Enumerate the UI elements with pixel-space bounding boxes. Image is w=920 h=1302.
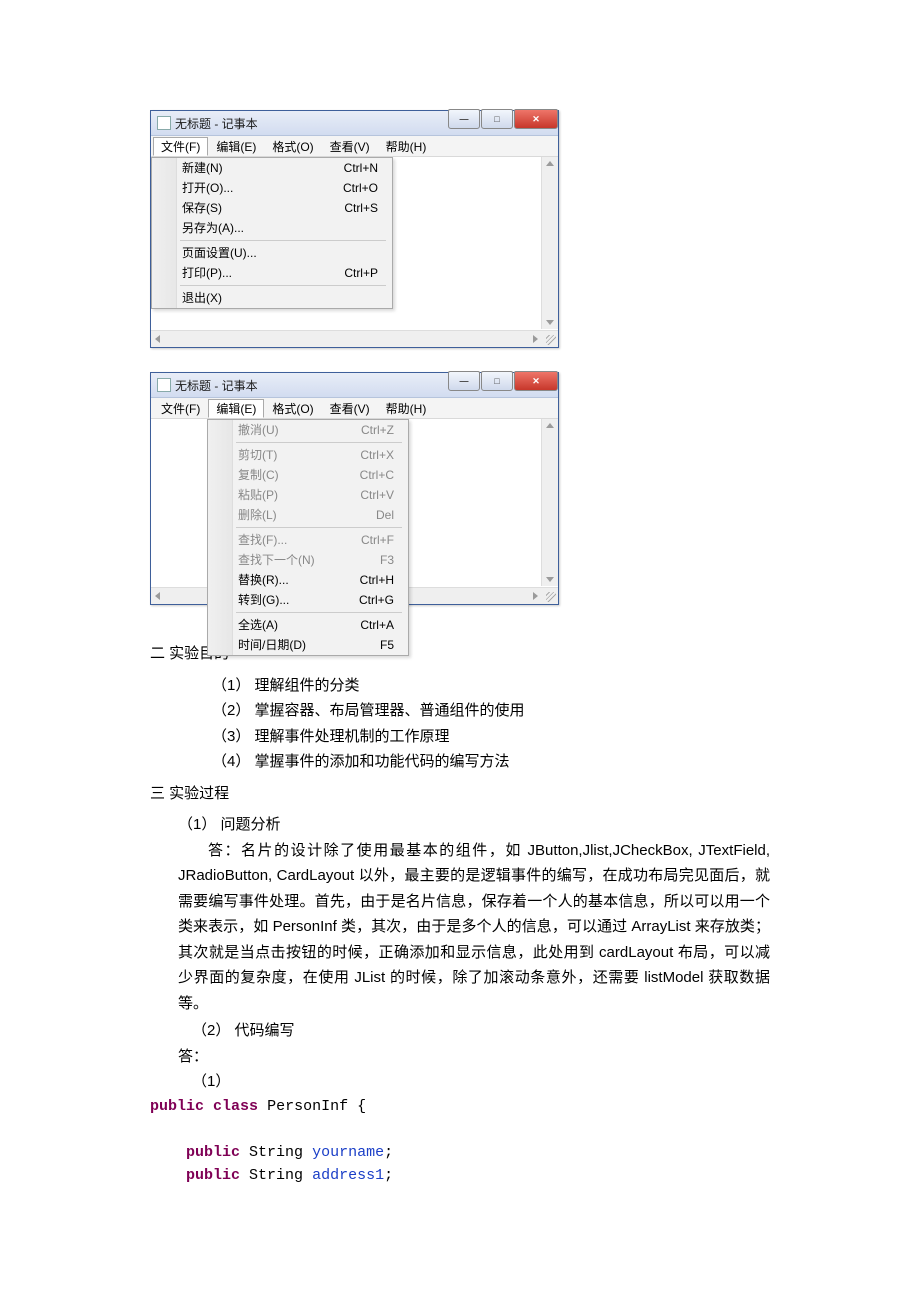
menu-edit[interactable]: 编辑(E) — [208, 137, 264, 156]
menu-item-undo[interactable]: 撤消(U)Ctrl+Z — [208, 420, 408, 440]
client-area[interactable]: 新建(N)Ctrl+N 打开(O)...Ctrl+O 保存(S)Ctrl+S 另… — [151, 157, 558, 347]
menu-file[interactable]: 文件(F) — [153, 399, 208, 418]
list-item: （4） 掌握事件的添加和功能代码的编写方法 — [212, 749, 770, 775]
maximize-button[interactable]: □ — [481, 109, 513, 129]
notepad-window-file-menu: 无标题 - 记事本 — □ ✕ 文件(F) 编辑(E) 格式(O) 查看(V) … — [150, 110, 559, 348]
menu-edit[interactable]: 编辑(E) — [208, 399, 264, 418]
menu-item-saveas[interactable]: 另存为(A)... — [152, 218, 392, 238]
section-2-list: （1） 理解组件的分类 （2） 掌握容器、布局管理器、普通组件的使用 （3） 理… — [150, 673, 770, 775]
window-buttons: — □ ✕ — [447, 109, 558, 129]
menu-item-find[interactable]: 查找(F)...Ctrl+F — [208, 530, 408, 550]
menu-help[interactable]: 帮助(H) — [378, 399, 435, 418]
window-buttons: — □ ✕ — [447, 371, 558, 391]
menu-view[interactable]: 查看(V) — [322, 399, 378, 418]
list-item: （3） 理解事件处理机制的工作原理 — [212, 724, 770, 750]
close-button[interactable]: ✕ — [514, 371, 558, 391]
section-3-heading: 三 实验过程 — [150, 781, 770, 807]
resize-grip-icon[interactable] — [546, 335, 556, 345]
code-ref: （1） — [150, 1069, 770, 1095]
titlebar[interactable]: 无标题 - 记事本 — □ ✕ — [151, 111, 558, 136]
menu-item-copy[interactable]: 复制(C)Ctrl+C — [208, 465, 408, 485]
menu-view[interactable]: 查看(V) — [322, 137, 378, 156]
code-block: public class PersonInf { public String y… — [150, 1095, 770, 1188]
menu-separator — [236, 442, 402, 443]
menu-separator — [180, 285, 386, 286]
maximize-button[interactable]: □ — [481, 371, 513, 391]
horizontal-scrollbar[interactable] — [151, 330, 558, 347]
menubar: 文件(F) 编辑(E) 格式(O) 查看(V) 帮助(H) — [151, 398, 558, 419]
notepad-window-edit-menu: 无标题 - 记事本 — □ ✕ 文件(F) 编辑(E) 格式(O) 查看(V) … — [150, 372, 559, 605]
menu-item-new[interactable]: 新建(N)Ctrl+N — [152, 158, 392, 178]
document-page: 无标题 - 记事本 — □ ✕ 文件(F) 编辑(E) 格式(O) 查看(V) … — [0, 0, 920, 1302]
menu-item-cut[interactable]: 剪切(T)Ctrl+X — [208, 445, 408, 465]
menu-item-findnext[interactable]: 查找下一个(N)F3 — [208, 550, 408, 570]
menu-item-pagesetup[interactable]: 页面设置(U)... — [152, 243, 392, 263]
titlebar[interactable]: 无标题 - 记事本 — □ ✕ — [151, 373, 558, 398]
minimize-button[interactable]: — — [448, 109, 480, 129]
menu-separator — [236, 527, 402, 528]
resize-grip-icon[interactable] — [546, 592, 556, 602]
vertical-scrollbar[interactable] — [541, 419, 558, 586]
edit-dropdown: 撤消(U)Ctrl+Z 剪切(T)Ctrl+X 复制(C)Ctrl+C 粘贴(P… — [207, 419, 409, 656]
menu-separator — [180, 240, 386, 241]
menu-item-paste[interactable]: 粘贴(P)Ctrl+V — [208, 485, 408, 505]
menu-file[interactable]: 文件(F) — [153, 137, 208, 156]
document-body: 二 实验目的 （1） 理解组件的分类 （2） 掌握容器、布局管理器、普通组件的使… — [150, 641, 770, 1188]
client-area[interactable]: 撤消(U)Ctrl+Z 剪切(T)Ctrl+X 复制(C)Ctrl+C 粘贴(P… — [151, 419, 558, 604]
menubar: 文件(F) 编辑(E) 格式(O) 查看(V) 帮助(H) — [151, 136, 558, 157]
menu-item-delete[interactable]: 删除(L)Del — [208, 505, 408, 525]
vertical-scrollbar[interactable] — [541, 157, 558, 329]
list-item: （2） 掌握容器、布局管理器、普通组件的使用 — [212, 698, 770, 724]
list-item: （1） 理解组件的分类 — [212, 673, 770, 699]
window-title: 无标题 - 记事本 — [175, 115, 258, 132]
file-dropdown: 新建(N)Ctrl+N 打开(O)...Ctrl+O 保存(S)Ctrl+S 另… — [151, 157, 393, 309]
menu-item-datetime[interactable]: 时间/日期(D)F5 — [208, 635, 408, 655]
menu-item-exit[interactable]: 退出(X) — [152, 288, 392, 308]
document-icon — [157, 378, 171, 392]
document-icon — [157, 116, 171, 130]
close-button[interactable]: ✕ — [514, 109, 558, 129]
menu-item-save[interactable]: 保存(S)Ctrl+S — [152, 198, 392, 218]
menu-item-selectall[interactable]: 全选(A)Ctrl+A — [208, 615, 408, 635]
menu-separator — [236, 612, 402, 613]
section-3-1-label: （1） 问题分析 — [150, 812, 770, 838]
menu-item-replace[interactable]: 替换(R)...Ctrl+H — [208, 570, 408, 590]
menu-help[interactable]: 帮助(H) — [378, 137, 435, 156]
section-3-2-label: （2） 代码编写 — [150, 1018, 770, 1044]
window-title: 无标题 - 记事本 — [175, 377, 258, 394]
menu-format[interactable]: 格式(O) — [264, 399, 321, 418]
menu-item-open[interactable]: 打开(O)...Ctrl+O — [152, 178, 392, 198]
menu-item-print[interactable]: 打印(P)...Ctrl+P — [152, 263, 392, 283]
section-3-1-answer: 答：名片的设计除了使用最基本的组件，如 JButton,Jlist,JCheck… — [150, 838, 770, 1017]
menu-format[interactable]: 格式(O) — [264, 137, 321, 156]
minimize-button[interactable]: — — [448, 371, 480, 391]
menu-item-goto[interactable]: 转到(G)...Ctrl+G — [208, 590, 408, 610]
section-3-2-answer: 答： — [150, 1044, 770, 1070]
